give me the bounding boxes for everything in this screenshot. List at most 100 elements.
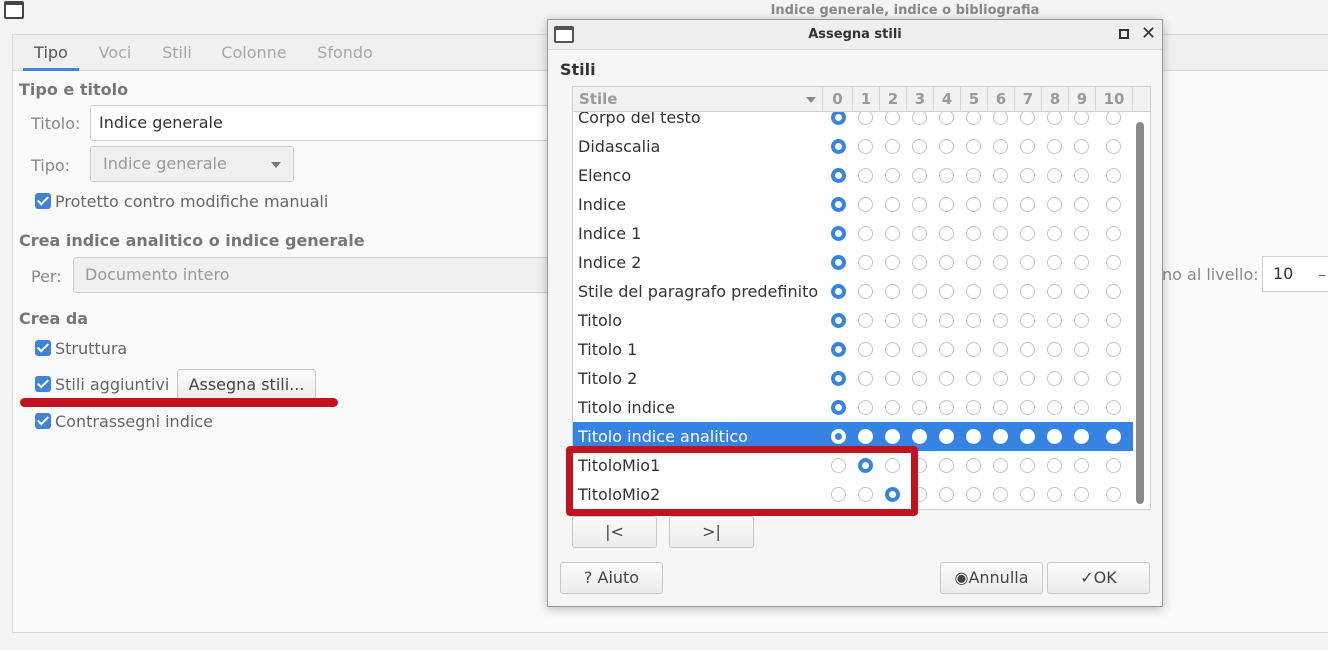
level-radio-7[interactable] [1020, 342, 1035, 357]
level-radio-10[interactable] [1106, 371, 1121, 386]
level-radio-8[interactable] [1047, 255, 1062, 270]
level-radio-6[interactable] [993, 197, 1008, 212]
style-row[interactable]: Stile del paragrafo predefinito [573, 277, 1133, 306]
level-radio-2[interactable] [885, 429, 900, 444]
level-decrement-button[interactable]: – [1318, 265, 1326, 284]
level-radio-8[interactable] [1047, 112, 1062, 125]
level-radio-4[interactable] [939, 255, 954, 270]
level-radio-5[interactable] [966, 429, 981, 444]
level-radio-1[interactable] [858, 197, 873, 212]
level-radio-6[interactable] [993, 371, 1008, 386]
level-radio-1[interactable] [858, 168, 873, 183]
level-radio-8[interactable] [1047, 139, 1062, 154]
level-radio-3[interactable] [912, 168, 927, 183]
style-row[interactable]: Indice 2 [573, 248, 1133, 277]
for-combo[interactable]: Documento intero [73, 257, 553, 293]
level-radio-1[interactable] [858, 400, 873, 415]
level-radio-2[interactable] [885, 284, 900, 299]
level-radio-5[interactable] [966, 371, 981, 386]
level-radio-9[interactable] [1074, 226, 1089, 241]
tab-colonne[interactable]: Colonne [219, 35, 289, 71]
level-radio-2[interactable] [885, 255, 900, 270]
maximize-icon[interactable] [1119, 29, 1129, 39]
level-radio-10[interactable] [1106, 429, 1121, 444]
title-input[interactable]: Indice generale [90, 105, 560, 141]
tab-tipo[interactable]: Tipo [23, 35, 79, 71]
level-radio-9[interactable] [1074, 313, 1089, 328]
level-radio-9[interactable] [1074, 458, 1089, 473]
level-radio-6[interactable] [993, 400, 1008, 415]
level-radio-3[interactable] [912, 197, 927, 212]
level-radio-2[interactable] [885, 313, 900, 328]
level-radio-5[interactable] [966, 197, 981, 212]
level-radio-2[interactable] [885, 197, 900, 212]
level-radio-1[interactable] [858, 342, 873, 357]
level-radio-8[interactable] [1047, 487, 1062, 502]
level-radio-0[interactable] [831, 226, 846, 241]
level-radio-7[interactable] [1020, 313, 1035, 328]
level-radio-8[interactable] [1047, 197, 1062, 212]
level-radio-10[interactable] [1106, 458, 1121, 473]
level-radio-9[interactable] [1074, 168, 1089, 183]
level-radio-10[interactable] [1106, 313, 1121, 328]
level-radio-2[interactable] [885, 342, 900, 357]
level-radio-0[interactable] [831, 139, 846, 154]
level-radio-9[interactable] [1074, 487, 1089, 502]
level-radio-5[interactable] [966, 226, 981, 241]
level-radio-9[interactable] [1074, 400, 1089, 415]
level-radio-2[interactable] [885, 112, 900, 125]
level-radio-2[interactable] [885, 168, 900, 183]
level-radio-0[interactable] [831, 112, 846, 125]
level-radio-9[interactable] [1074, 371, 1089, 386]
index-marks-checkbox[interactable]: Contrassegni indice [35, 412, 213, 434]
level-radio-1[interactable] [858, 371, 873, 386]
level-radio-3[interactable] [912, 371, 927, 386]
level-radio-3[interactable] [912, 342, 927, 357]
level-radio-6[interactable] [993, 284, 1008, 299]
level-radio-7[interactable] [1020, 458, 1035, 473]
level-radio-1[interactable] [858, 226, 873, 241]
style-row[interactable]: Indice 1 [573, 219, 1133, 248]
level-radio-3[interactable] [912, 313, 927, 328]
level-radio-5[interactable] [966, 313, 981, 328]
tab-stili[interactable]: Stili [157, 35, 197, 71]
level-radio-10[interactable] [1106, 168, 1121, 183]
level-radio-8[interactable] [1047, 342, 1062, 357]
level-radio-8[interactable] [1047, 429, 1062, 444]
tab-sfondo[interactable]: Sfondo [313, 35, 377, 71]
structure-checkbox[interactable]: Struttura [35, 339, 127, 361]
level-radio-6[interactable] [993, 313, 1008, 328]
level-radio-10[interactable] [1106, 400, 1121, 415]
level-radio-1[interactable] [858, 313, 873, 328]
level-radio-10[interactable] [1106, 342, 1121, 357]
level-radio-4[interactable] [939, 168, 954, 183]
cancel-button[interactable]: ◉Annulla [940, 562, 1043, 594]
level-radio-10[interactable] [1106, 197, 1121, 212]
level-radio-4[interactable] [939, 429, 954, 444]
level-radio-3[interactable] [912, 112, 927, 125]
level-radio-2[interactable] [885, 371, 900, 386]
style-row[interactable]: Titolo 1 [573, 335, 1133, 364]
level-radio-7[interactable] [1020, 139, 1035, 154]
level-radio-0[interactable] [831, 371, 846, 386]
level-radio-5[interactable] [966, 458, 981, 473]
level-radio-10[interactable] [1106, 284, 1121, 299]
level-radio-5[interactable] [966, 168, 981, 183]
level-radio-7[interactable] [1020, 168, 1035, 183]
tab-voci[interactable]: Voci [93, 35, 137, 71]
level-radio-4[interactable] [939, 458, 954, 473]
level-radio-5[interactable] [966, 342, 981, 357]
level-radio-4[interactable] [939, 226, 954, 241]
level-radio-0[interactable] [831, 197, 846, 212]
level-radio-8[interactable] [1047, 168, 1062, 183]
level-radio-3[interactable] [912, 400, 927, 415]
level-radio-1[interactable] [858, 112, 873, 125]
level-radio-9[interactable] [1074, 255, 1089, 270]
level-radio-8[interactable] [1047, 226, 1062, 241]
move-right-button[interactable]: >| [669, 516, 754, 548]
column-header-style[interactable]: Stile [573, 87, 823, 111]
level-radio-1[interactable] [858, 429, 873, 444]
level-radio-6[interactable] [993, 429, 1008, 444]
level-radio-1[interactable] [858, 255, 873, 270]
additional-styles-checkbox[interactable]: Stili aggiuntivi [35, 375, 169, 397]
